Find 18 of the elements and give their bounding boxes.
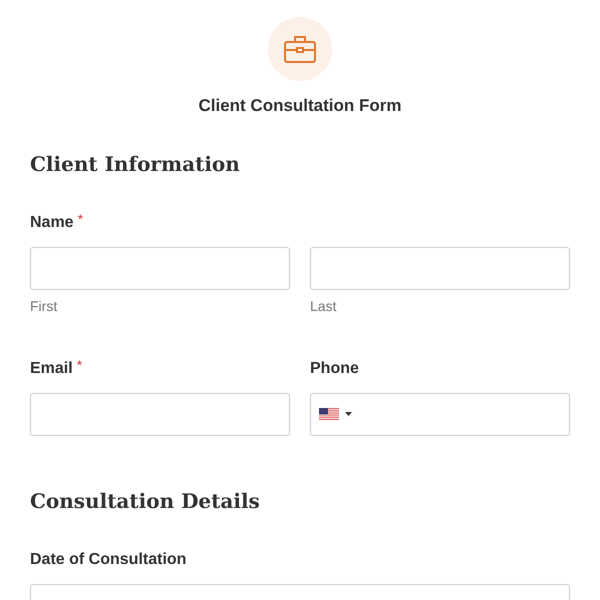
flag-icon <box>319 408 339 420</box>
briefcase-icon <box>284 35 316 63</box>
section-heading: Consultation Details <box>30 488 261 514</box>
sublabel: Last <box>310 296 338 316</box>
required-asterisk: * <box>78 212 84 226</box>
field-label: Email <box>30 358 73 378</box>
required-asterisk: * <box>76 358 82 372</box>
caret-icon <box>345 412 352 416</box>
section-heading: Client Information <box>30 150 241 178</box>
sublabel: First <box>30 296 58 316</box>
phone-field[interactable] <box>310 392 570 436</box>
field-label: Date of Consultation <box>30 550 186 570</box>
field-label: Name <box>30 212 74 232</box>
input-field[interactable] <box>30 392 290 436</box>
input-field[interactable] <box>310 246 570 290</box>
form-title: Client Consultation Form <box>198 95 402 117</box>
input-field[interactable] <box>30 246 290 290</box>
field-label: Phone <box>310 358 359 378</box>
